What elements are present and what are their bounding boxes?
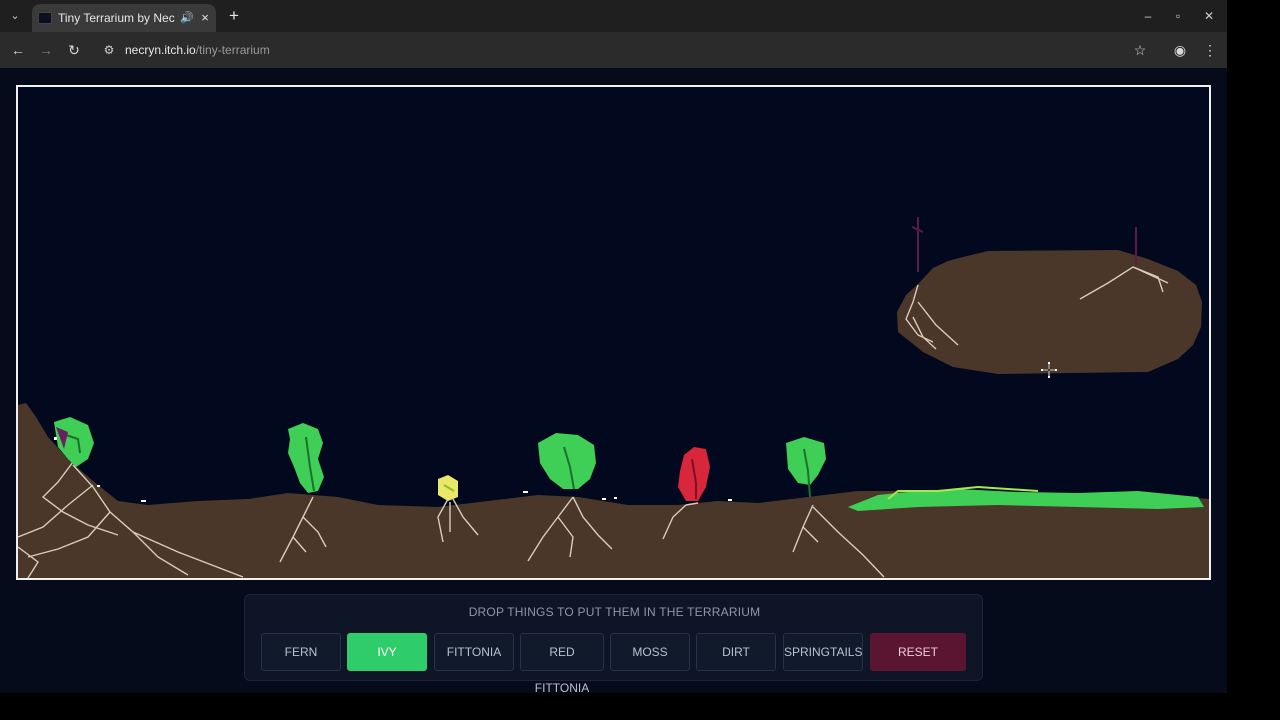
- tab-close-icon[interactable]: ×: [198, 10, 212, 26]
- crosshair-cursor-icon: [1041, 362, 1057, 378]
- moss-button[interactable]: MOSS: [610, 633, 690, 671]
- tab-title: Tiny Terrarium by Nec: [58, 11, 175, 25]
- reload-button[interactable]: ↻: [64, 40, 84, 60]
- favicon-icon: [38, 12, 52, 24]
- menu-icon[interactable]: ⋮: [1200, 40, 1220, 60]
- fittonia-button[interactable]: FITTONIA: [434, 633, 514, 671]
- maximize-button[interactable]: ▫: [1168, 6, 1188, 26]
- instruction-text: DROP THINGS TO PUT THEM IN THE TERRARIUM: [468, 605, 761, 619]
- profile-icon[interactable]: ◉: [1170, 40, 1190, 60]
- url-path: /tiny-terrarium: [195, 43, 270, 57]
- close-window-button[interactable]: ✕: [1199, 6, 1219, 26]
- controls-panel: DROP THINGS TO PUT THEM IN THE TERRARIUM…: [244, 594, 983, 695]
- floating-dirt-island: [897, 250, 1202, 374]
- terrarium-scene: [18, 217, 1209, 578]
- browser-toolbar: ← → ↻ ⚙ necryn.itch.io/tiny-terrarium ☆ …: [0, 32, 1227, 68]
- ivy-plant-center: [538, 433, 596, 490]
- fittonia-plant: [438, 475, 458, 501]
- fern-plant: [288, 423, 324, 493]
- forward-button[interactable]: →: [36, 40, 56, 60]
- terrarium-canvas[interactable]: [16, 85, 1211, 580]
- url-host: necryn.itch.io: [125, 43, 196, 57]
- new-tab-button[interactable]: +: [225, 6, 243, 26]
- minimize-button[interactable]: –: [1138, 6, 1158, 26]
- dirt-button[interactable]: DIRT: [696, 633, 776, 671]
- fern-button[interactable]: FERN: [261, 633, 341, 671]
- springtails: [54, 437, 732, 502]
- browser-window: ⌄ Tiny Terrarium by Nec 🔊 × + – ▫ ✕ ← → …: [0, 0, 1227, 695]
- red-fittonia-plant: [678, 447, 710, 501]
- tab-tiny-terrarium[interactable]: Tiny Terrarium by Nec 🔊 ×: [32, 4, 216, 32]
- back-button[interactable]: ←: [8, 40, 28, 60]
- tab-search-button[interactable]: ⌄: [6, 7, 24, 25]
- address-bar[interactable]: necryn.itch.io/tiny-terrarium: [125, 41, 270, 59]
- tab-strip: ⌄ Tiny Terrarium by Nec 🔊 × + – ▫ ✕: [0, 0, 1227, 32]
- reset-button[interactable]: RESET: [870, 633, 966, 671]
- springtails-button[interactable]: SPRINGTAILS: [783, 633, 863, 671]
- page-content: DROP THINGS TO PUT THEM IN THE TERRARIUM…: [0, 68, 1227, 695]
- site-info-icon[interactable]: ⚙: [100, 41, 118, 59]
- ivy-plant-right: [786, 437, 826, 498]
- speaker-icon[interactable]: 🔊: [180, 10, 194, 26]
- red-fittonia-button[interactable]: RED FITTONIA: [520, 633, 604, 695]
- ivy-button[interactable]: IVY: [347, 633, 427, 671]
- bookmark-star-icon[interactable]: ☆: [1130, 40, 1150, 60]
